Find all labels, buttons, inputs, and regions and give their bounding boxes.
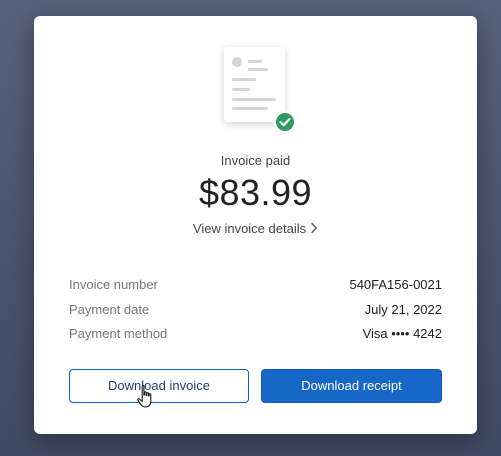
invoice-number-value: 540FA156-0021 [349, 277, 442, 292]
payment-date-row: Payment date July 21, 2022 [69, 298, 442, 323]
invoice-number-row: Invoice number 540FA156-0021 [69, 273, 442, 298]
payment-method-label: Payment method [69, 326, 168, 341]
view-invoice-details-link[interactable]: View invoice details [34, 221, 477, 237]
invoice-status-illustration [224, 47, 299, 137]
view-invoice-details-label: View invoice details [192, 221, 307, 236]
chevron-right-icon [310, 222, 318, 237]
invoice-number-label: Invoice number [69, 277, 158, 292]
payment-status-label: Invoice paid [220, 153, 291, 168]
download-invoice-button[interactable]: Download invoice [69, 369, 249, 403]
download-receipt-button[interactable]: Download receipt [261, 369, 442, 403]
invoice-paid-dialog: Invoice paid $83.99 View invoice details… [34, 16, 477, 434]
invoice-amount: $83.99 [198, 172, 313, 213]
document-icon [224, 47, 285, 122]
payment-date-value: July 21, 2022 [364, 301, 442, 317]
invoice-summary: Invoice number 540FA156-0021 Payment dat… [69, 273, 442, 347]
payment-method-value: Visa •••• 4242 [362, 326, 442, 341]
payment-method-row: Payment method Visa •••• 4242 [69, 322, 442, 347]
check-circle-icon [274, 111, 296, 133]
payment-date-label: Payment date [69, 301, 150, 317]
